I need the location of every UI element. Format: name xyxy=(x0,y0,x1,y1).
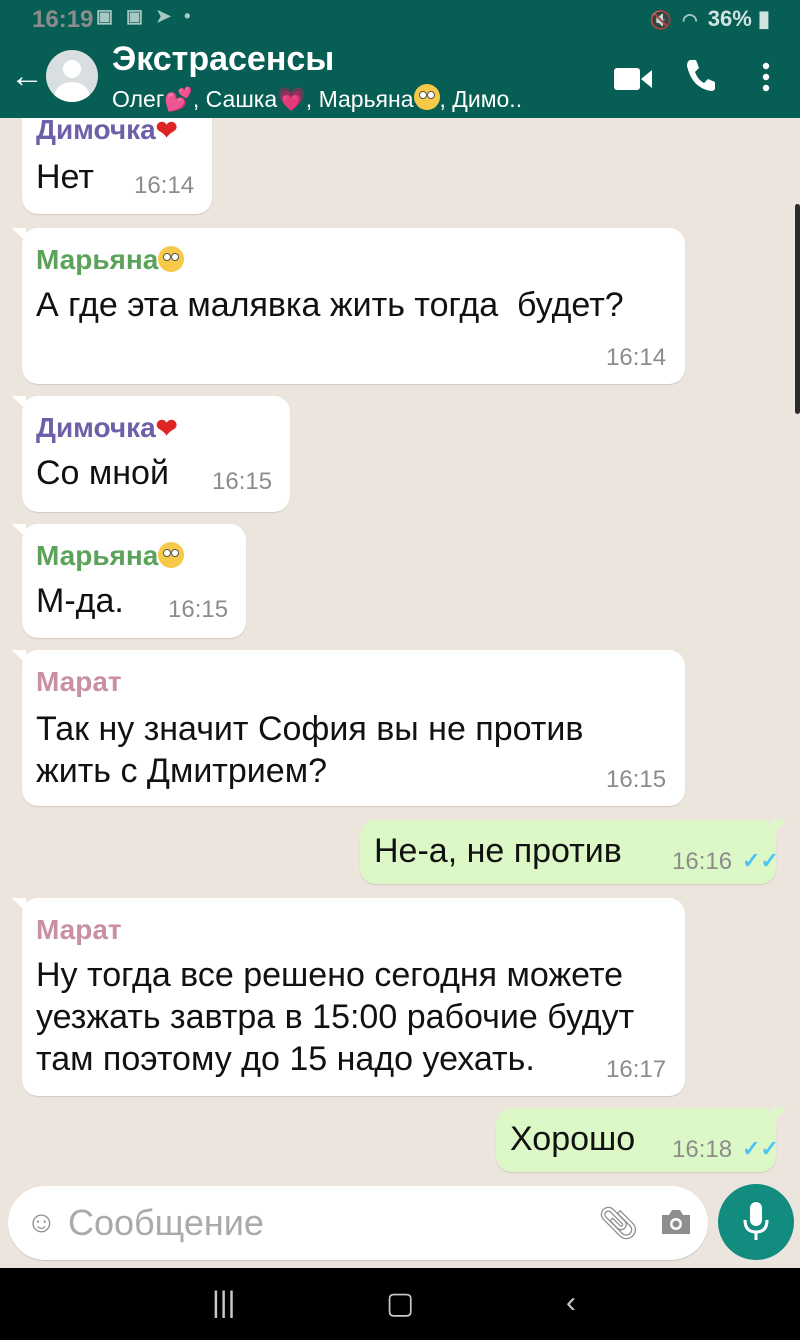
member-name: Марьяна xyxy=(318,86,414,112)
eye-roll-emoji xyxy=(158,542,185,568)
message-bubble[interactable]: Марьяна М-да. 16:15 xyxy=(12,524,246,638)
message-sender: Марат xyxy=(36,914,122,945)
battery-icon: ▮ xyxy=(751,6,770,31)
message-time: 16:14 xyxy=(134,172,195,199)
system-back-icon[interactable]: ‹ xyxy=(566,1286,576,1320)
message-text: М-да. xyxy=(36,582,124,620)
message-input-bar[interactable]: ☺ Сообщение 📎︎ xyxy=(8,1186,708,1260)
back-arrow-icon[interactable]: ← xyxy=(10,56,44,96)
message-sender: Димочка❤ xyxy=(36,118,178,146)
member-name: Олег xyxy=(112,86,165,112)
member-emoji xyxy=(413,84,440,110)
message-bubble-outgoing[interactable]: Не-а, не против 16:16 ✓✓ xyxy=(360,820,786,884)
message-time: 16:16 xyxy=(672,848,733,875)
message-input[interactable]: Сообщение xyxy=(68,1202,264,1244)
message-text: Нет xyxy=(36,158,94,196)
notification-icons: ▣ ▣ ➤ • xyxy=(96,6,195,26)
message-text: Хорошо xyxy=(510,1120,636,1158)
heart-emoji: ❤ xyxy=(155,413,178,443)
message-time: 16:15 xyxy=(168,596,229,623)
camera-icon[interactable] xyxy=(660,1208,692,1236)
system-nav-bar: ||| ▢ ‹ xyxy=(0,1268,800,1340)
recent-apps-icon[interactable]: ||| xyxy=(212,1286,235,1320)
message-bubble[interactable]: Димочка❤ Со мной 16:15 xyxy=(12,396,290,512)
message-time: 16:17 xyxy=(606,1056,667,1083)
message-sender: Марьяна xyxy=(36,540,185,572)
message-bubble[interactable]: Димочка❤ Нет 16:14 xyxy=(22,118,212,214)
wifi-icon: ◠ xyxy=(682,10,698,30)
home-icon[interactable]: ▢ xyxy=(386,1286,414,1321)
status-bar: 16:19 ▣ ▣ ➤ • 🔇 ◠ 36% ▮ xyxy=(0,0,800,36)
scrollbar[interactable] xyxy=(795,204,800,414)
more-options-icon[interactable] xyxy=(758,60,774,94)
group-members[interactable]: Олег💕, Сашка💗, Марьяна, Димо.. xyxy=(112,84,522,113)
message-time: 16:14 xyxy=(606,344,667,371)
message-time: 16:15 xyxy=(606,766,667,793)
group-avatar[interactable] xyxy=(46,50,98,102)
message-time: 16:18 xyxy=(672,1136,733,1163)
message-text: Со мной xyxy=(36,454,169,492)
heart-emoji: ❤ xyxy=(155,118,178,145)
chat-header: ← Экстрасенсы Олег💕, Сашка💗, Марьяна, Ди… xyxy=(0,36,800,118)
chat-area[interactable]: Димочка❤ Нет 16:14 Марьяна А где эта мал… xyxy=(0,118,800,1268)
message-text: Не-а, не против xyxy=(374,832,622,870)
read-receipt-icon: ✓✓ xyxy=(742,848,779,873)
member-emoji: 💗 xyxy=(277,86,306,112)
message-text: А где эта малявка жить тогда будет? xyxy=(36,286,624,324)
member-name: Димо.. xyxy=(452,86,523,112)
video-call-icon[interactable] xyxy=(614,66,652,92)
message-time: 16:15 xyxy=(212,468,273,495)
emoji-picker-icon[interactable]: ☺ xyxy=(26,1206,57,1240)
message-sender: Марьяна xyxy=(36,244,185,276)
message-bubble[interactable]: Марьяна А где эта малявка жить тогда буд… xyxy=(12,228,685,384)
message-text: Так ну значит София вы не против жить с … xyxy=(36,710,584,790)
message-bubble[interactable]: Марат Ну тогда все решено сегодня можете… xyxy=(12,898,685,1096)
message-sender: Димочка❤ xyxy=(36,412,178,443)
attach-icon[interactable]: 📎︎ xyxy=(598,1204,639,1242)
battery-level: 36% xyxy=(707,6,752,31)
member-name: Сашка xyxy=(205,86,278,112)
message-sender: Марат xyxy=(36,666,122,697)
read-receipt-icon: ✓✓ xyxy=(742,1136,779,1161)
message-bubble-outgoing[interactable]: Хорошо 16:18 ✓✓ xyxy=(496,1108,786,1172)
mute-icon: 🔇 xyxy=(649,10,673,30)
microphone-icon xyxy=(743,1202,769,1240)
member-emoji: 💕 xyxy=(164,86,193,112)
group-title[interactable]: Экстрасенсы xyxy=(112,40,334,79)
message-bubble[interactable]: Марат Так ну значит София вы не против ж… xyxy=(12,650,685,806)
message-text: Ну тогда все решено сегодня можете уезжа… xyxy=(36,956,635,1078)
voice-message-button[interactable] xyxy=(718,1184,794,1260)
eye-roll-emoji xyxy=(158,246,185,272)
status-time: 16:19 xyxy=(32,6,94,33)
voice-call-icon[interactable] xyxy=(684,58,716,92)
status-right: 🔇 ◠ 36% ▮ xyxy=(650,6,770,32)
